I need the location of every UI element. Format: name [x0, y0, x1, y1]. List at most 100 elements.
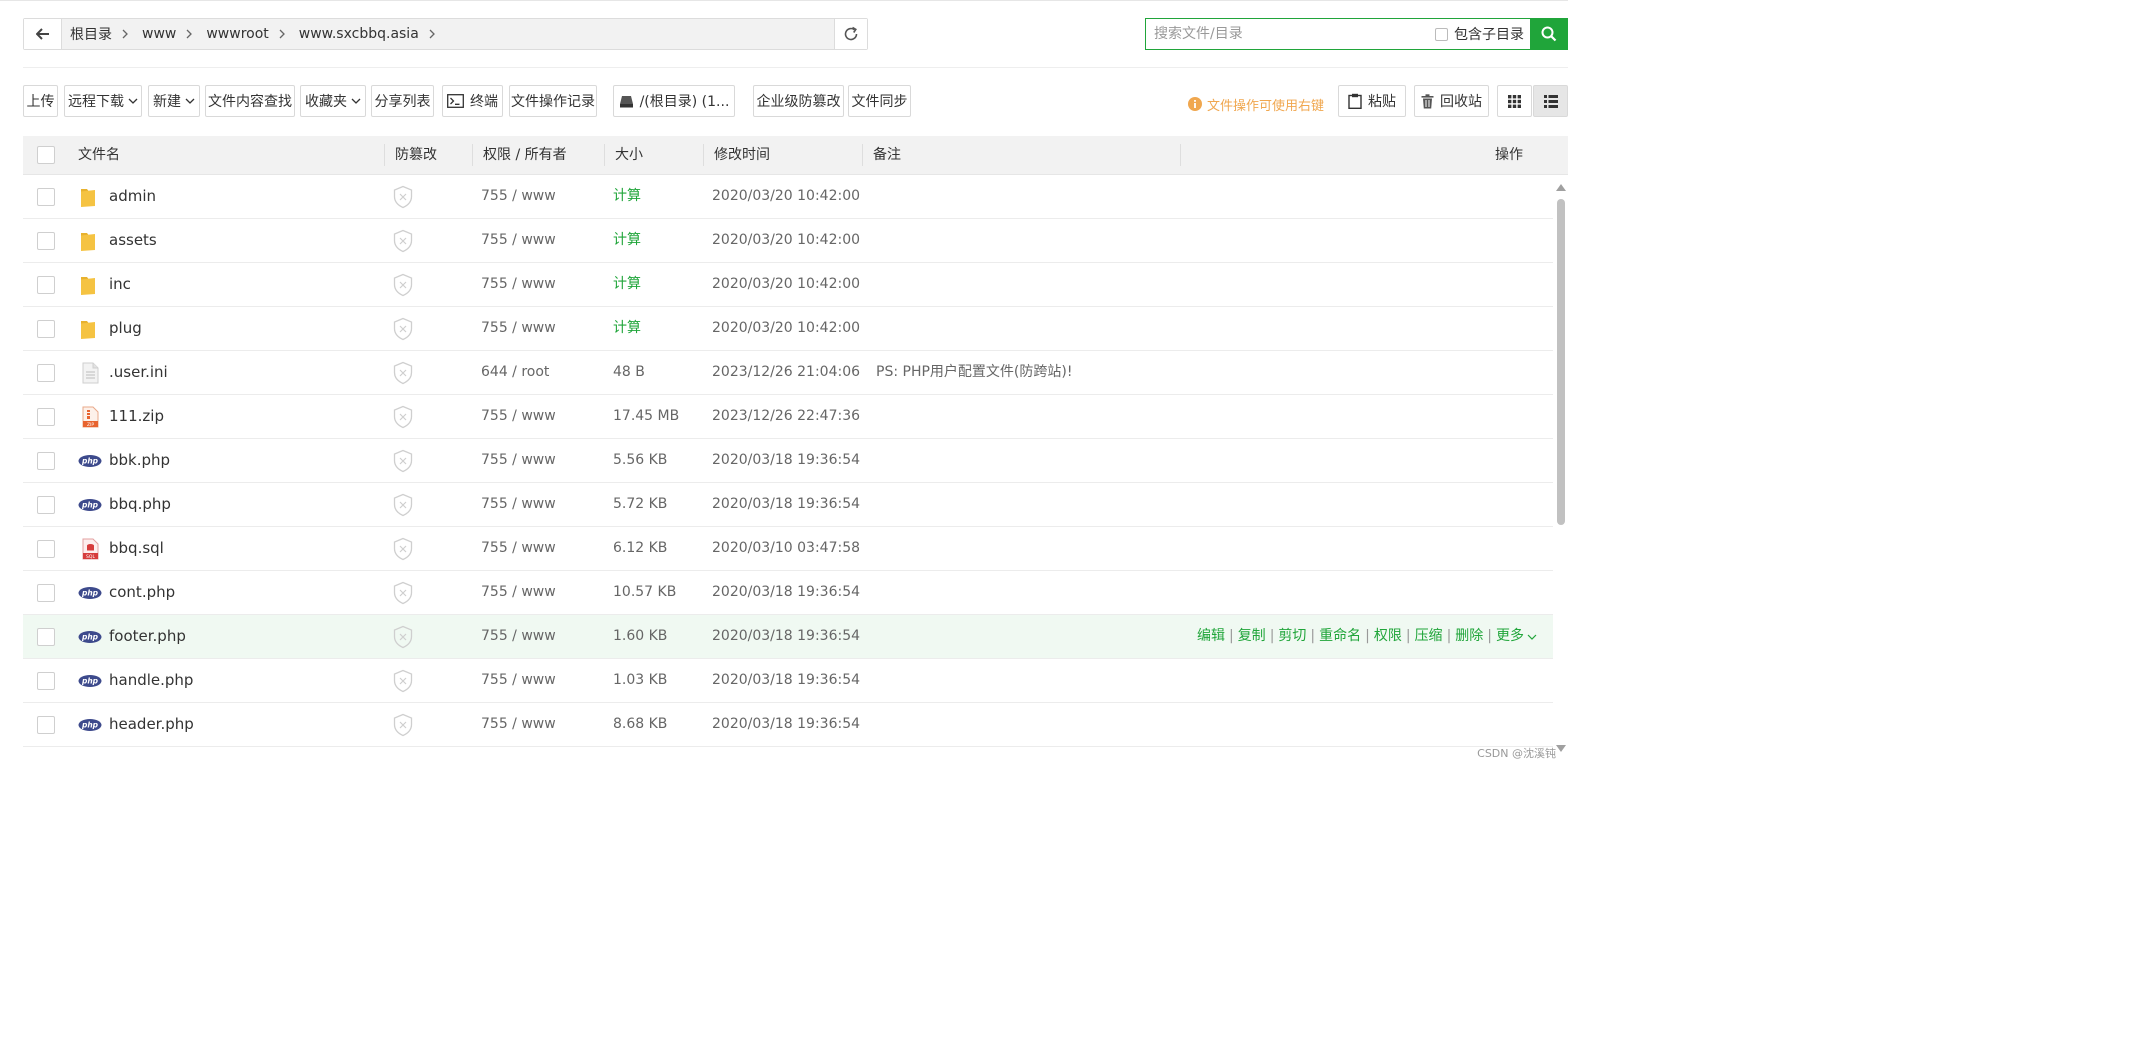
- grid-view-button[interactable]: [1497, 85, 1532, 117]
- row-action-link[interactable]: 权限: [1374, 615, 1402, 658]
- upload-button[interactable]: 上传: [23, 85, 58, 117]
- file-row[interactable]: admin 755 / www 计算 2020/03/20 10:42:00: [23, 175, 1553, 219]
- row-action-link[interactable]: 复制: [1238, 615, 1266, 658]
- paste-button[interactable]: 粘贴: [1338, 85, 1406, 117]
- col-size[interactable]: 大小: [615, 136, 643, 174]
- file-row[interactable]: php cont.php 755 / www 10.57 KB 2020/03/18 1…: [23, 571, 1553, 615]
- row-checkbox[interactable]: [37, 188, 55, 206]
- file-row[interactable]: inc 755 / www 计算 2020/03/20 10:42:00: [23, 263, 1553, 307]
- include-subdir-checkbox[interactable]: [1435, 27, 1448, 41]
- tamper-shield-icon[interactable]: [392, 493, 414, 517]
- col-mtime[interactable]: 修改时间: [714, 136, 770, 174]
- search-input[interactable]: [1146, 19, 1435, 49]
- file-row[interactable]: .user.ini 644 / root 48 B 2023/12/26 21:04:…: [23, 351, 1553, 395]
- file-permission[interactable]: 755 / www: [481, 527, 556, 570]
- file-row[interactable]: assets 755 / www 计算 2020/03/20 10:42:00: [23, 219, 1553, 263]
- tamper-shield-icon[interactable]: [392, 405, 414, 429]
- content-search-button[interactable]: 文件内容查找: [205, 85, 295, 117]
- file-row[interactable]: php handle.php 755 / www 1.03 KB 2020/03/18 …: [23, 659, 1553, 703]
- recycle-bin-button[interactable]: 回收站: [1414, 85, 1489, 117]
- tamper-shield-icon[interactable]: [392, 581, 414, 605]
- file-name[interactable]: bbq.php: [109, 483, 171, 526]
- calc-size-link[interactable]: 计算: [613, 307, 641, 350]
- row-checkbox[interactable]: [37, 628, 55, 646]
- tamper-shield-icon[interactable]: [392, 317, 414, 341]
- share-list-button[interactable]: 分享列表: [371, 85, 434, 117]
- file-permission[interactable]: 755 / www: [481, 571, 556, 614]
- file-permission[interactable]: 755 / www: [481, 439, 556, 482]
- tamper-shield-icon[interactable]: [392, 449, 414, 473]
- row-checkbox[interactable]: [37, 320, 55, 338]
- tamper-shield-icon[interactable]: [392, 537, 414, 561]
- row-action-link[interactable]: 压缩: [1415, 615, 1443, 658]
- file-name[interactable]: plug: [109, 307, 142, 350]
- file-name[interactable]: footer.php: [109, 615, 186, 658]
- file-name[interactable]: handle.php: [109, 659, 193, 702]
- row-checkbox[interactable]: [37, 672, 55, 690]
- file-permission[interactable]: 755 / www: [481, 615, 556, 658]
- row-checkbox[interactable]: [37, 276, 55, 294]
- calc-size-link[interactable]: 计算: [613, 219, 641, 262]
- file-name[interactable]: cont.php: [109, 571, 175, 614]
- tamper-protection-button[interactable]: 企业级防篡改: [753, 85, 844, 117]
- file-permission[interactable]: 755 / www: [481, 263, 556, 306]
- file-name[interactable]: .user.ini: [109, 351, 168, 394]
- file-permission[interactable]: 755 / www: [481, 175, 556, 218]
- file-row[interactable]: php header.php 755 / www 8.68 KB 2020/03/18 …: [23, 703, 1553, 747]
- row-checkbox[interactable]: [37, 408, 55, 426]
- calc-size-link[interactable]: 计算: [613, 175, 641, 218]
- tamper-shield-icon[interactable]: [392, 273, 414, 297]
- disk-selector-button[interactable]: /(根目录) (1...: [613, 85, 735, 117]
- file-name[interactable]: bbk.php: [109, 439, 170, 482]
- select-all-checkbox[interactable]: [37, 146, 55, 164]
- file-permission[interactable]: 755 / www: [481, 483, 556, 526]
- search-button[interactable]: [1530, 18, 1568, 50]
- row-action-link[interactable]: 更多: [1496, 615, 1524, 658]
- file-name[interactable]: inc: [109, 263, 131, 306]
- row-checkbox[interactable]: [37, 232, 55, 250]
- file-row[interactable]: ZIP 111.zip 755 / www 17.45 MB 2023/12/26 22…: [23, 395, 1553, 439]
- tamper-shield-icon[interactable]: [392, 625, 414, 649]
- breadcrumb-segment[interactable]: www: [142, 26, 200, 42]
- file-note[interactable]: PS: PHP用户配置文件(防跨站)!: [876, 351, 1072, 394]
- row-action-link[interactable]: 编辑: [1197, 615, 1225, 658]
- tamper-shield-icon[interactable]: [392, 229, 414, 253]
- file-row[interactable]: php bbk.php 755 / www 5.56 KB 2020/03/18 19:…: [23, 439, 1553, 483]
- file-name[interactable]: admin: [109, 175, 156, 218]
- remote-download-dropdown[interactable]: 远程下载: [64, 85, 142, 117]
- file-row[interactable]: php footer.php 755 / www 1.60 KB 2020/03/18 …: [23, 615, 1553, 659]
- breadcrumb-segment[interactable]: wwwroot: [206, 26, 292, 42]
- row-checkbox[interactable]: [37, 452, 55, 470]
- file-name[interactable]: bbq.sql: [109, 527, 164, 570]
- file-permission[interactable]: 755 / www: [481, 659, 556, 702]
- scroll-down-arrow[interactable]: [1556, 745, 1566, 752]
- terminal-button[interactable]: 终端: [442, 85, 503, 117]
- file-row[interactable]: plug 755 / www 计算 2020/03/20 10:42:00: [23, 307, 1553, 351]
- file-permission[interactable]: 755 / www: [481, 703, 556, 746]
- col-name[interactable]: 文件名: [78, 136, 120, 174]
- breadcrumb-segment[interactable]: 根目录: [70, 24, 136, 44]
- row-action-link[interactable]: 删除: [1455, 615, 1483, 658]
- file-row[interactable]: SQL bbq.sql 755 / www 6.12 KB 2020/03/10 03:…: [23, 527, 1553, 571]
- row-action-link[interactable]: 重命名: [1319, 615, 1361, 658]
- favorites-dropdown[interactable]: 收藏夹: [300, 85, 366, 117]
- row-checkbox[interactable]: [37, 364, 55, 382]
- row-checkbox[interactable]: [37, 496, 55, 514]
- list-view-button[interactable]: [1533, 85, 1568, 117]
- row-checkbox[interactable]: [37, 716, 55, 734]
- calc-size-link[interactable]: 计算: [613, 263, 641, 306]
- scrollbar-thumb[interactable]: [1557, 199, 1565, 525]
- file-name[interactable]: assets: [109, 219, 157, 262]
- new-dropdown[interactable]: 新建: [148, 85, 200, 117]
- tamper-shield-icon[interactable]: [392, 361, 414, 385]
- file-name[interactable]: header.php: [109, 703, 194, 746]
- file-row[interactable]: php bbq.php 755 / www 5.72 KB 2020/03/18 19:…: [23, 483, 1553, 527]
- scroll-up-arrow[interactable]: [1556, 184, 1566, 191]
- file-permission[interactable]: 755 / www: [481, 395, 556, 438]
- file-permission[interactable]: 644 / root: [481, 351, 549, 394]
- row-action-link[interactable]: 剪切: [1278, 615, 1306, 658]
- tamper-shield-icon[interactable]: [392, 669, 414, 693]
- tamper-shield-icon[interactable]: [392, 185, 414, 209]
- breadcrumb-segment[interactable]: www.sxcbbq.asia: [299, 26, 443, 42]
- tamper-shield-icon[interactable]: [392, 713, 414, 737]
